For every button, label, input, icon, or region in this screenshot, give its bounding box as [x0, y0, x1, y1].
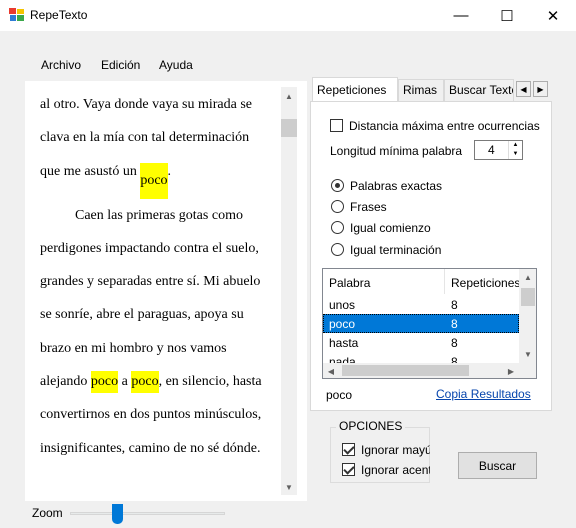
min-length-label: Longitud mínima palabra [330, 144, 463, 158]
column-header-repeticiones[interactable]: Repeticiones [445, 269, 521, 294]
close-icon: ✕ [546, 7, 560, 25]
list-scroll-right-icon[interactable]: ▶ [505, 367, 517, 376]
editor-line: que me asustó un poco. [40, 155, 285, 199]
options-group-title: OPCIONES [336, 419, 406, 433]
text-editor[interactable]: al otro. Vaya donde vaya su mirada se cl… [25, 81, 307, 501]
list-vertical-thumb[interactable] [521, 288, 535, 306]
editor-line: alejando poco a poco, en silencio, hasta [40, 365, 285, 398]
editor-text-run: , en silencio, hasta [158, 374, 262, 390]
list-vertical-scrollbar[interactable] [519, 269, 536, 363]
zoom-slider[interactable] [70, 512, 225, 515]
tab-scroll-left-icon[interactable]: ◀ [516, 81, 531, 97]
maximize-button[interactable]: ☐ [484, 0, 530, 31]
editor-line: se sonríe, abre el paraguas, apoya su [40, 307, 244, 323]
editor-line: Caen las primeras gotas como [75, 207, 243, 223]
radio-label: Palabras exactas [350, 179, 443, 193]
copy-results-link[interactable]: Copia Resultados [436, 387, 531, 401]
highlighted-word: poco [90, 371, 119, 394]
list-scroll-left-icon[interactable]: ◀ [325, 367, 337, 376]
max-distance-label: Distancia máxima entre ocurrencias [349, 119, 540, 133]
search-button[interactable]: Buscar [458, 452, 537, 479]
maximize-icon: ☐ [500, 7, 514, 25]
tab-buscar-texto[interactable]: Buscar Texto [444, 79, 514, 101]
scroll-corner [519, 363, 536, 378]
radio-frases[interactable] [331, 200, 344, 213]
list-horizontal-thumb[interactable] [342, 365, 469, 376]
editor-line: brazo en mi hombro y nos vamos [40, 340, 227, 356]
editor-text-run: que me asustó un [40, 163, 141, 179]
editor-scrollbar[interactable] [281, 87, 297, 495]
radio-palabras-exactas[interactable] [331, 179, 344, 192]
spin-up-icon[interactable]: ▲ [508, 141, 522, 150]
word-cell: poco [329, 317, 356, 331]
ignore-case-label: Ignorar mayúsculas [361, 443, 430, 457]
editor-line: convertirnos en dos puntos minúsculos, [40, 407, 262, 423]
radio-igual-comienzo[interactable] [331, 221, 344, 234]
editor-text-run: . [167, 163, 172, 179]
menu-edicion[interactable]: Edición [101, 58, 140, 74]
radio-label: Igual comienzo [350, 221, 431, 235]
list-scroll-up-icon[interactable]: ▲ [520, 273, 536, 282]
word-cell: hasta [329, 336, 359, 350]
count-cell: 8 [451, 298, 458, 312]
window-title: RepeTexto [30, 8, 88, 22]
editor-text: al otro. Vaya donde vaya su mirada se cl… [40, 88, 285, 465]
radio-label: Igual terminación [350, 243, 442, 257]
app-icon [9, 8, 24, 21]
scroll-up-icon[interactable]: ▲ [281, 92, 297, 101]
menu-ayuda[interactable]: Ayuda [159, 58, 193, 74]
scroll-down-icon[interactable]: ▼ [281, 483, 297, 492]
editor-text-run: alejando [40, 374, 91, 390]
editor-line: perdigones impactando contra el suelo, [40, 240, 259, 256]
minimize-button[interactable]: — [438, 0, 484, 31]
tab-repeticiones[interactable]: Repeticiones [312, 77, 398, 102]
options-group-clip: Ignorar mayúsculas Ignorar acentos [342, 443, 430, 483]
menu-archivo[interactable]: Archivo [41, 58, 81, 74]
editor-line: grandes y separadas entre sí. Mi abuelo [40, 274, 261, 290]
zoom-label: Zoom [32, 506, 63, 520]
radio-igual-terminacion[interactable] [331, 243, 344, 256]
highlighted-word: poco [140, 162, 168, 199]
count-cell: 8 [451, 336, 458, 350]
word-cell: unos [329, 298, 356, 312]
editor-text-run: a [118, 374, 132, 390]
tab-rimas[interactable]: Rimas [398, 79, 444, 101]
list-item[interactable]: hasta 8 [323, 333, 519, 352]
editor-line: insignificantes, camino de no sé dónde. [40, 440, 261, 456]
ignore-accents-checkbox[interactable] [342, 463, 355, 476]
list-item-selected[interactable]: poco 8 [323, 314, 519, 333]
ignore-accents-label: Ignorar acentos [361, 463, 430, 477]
highlighted-word: poco [131, 371, 159, 394]
editor-line: al otro. Vaya donde vaya su mirada se [40, 97, 253, 112]
count-cell: 8 [451, 317, 458, 331]
list-scroll-down-icon[interactable]: ▼ [520, 350, 536, 359]
selected-word-label: poco [326, 388, 353, 402]
column-header-palabra[interactable]: Palabra [323, 269, 445, 294]
close-button[interactable]: ✕ [530, 0, 576, 31]
editor-scroll-thumb[interactable] [281, 119, 297, 137]
list-item[interactable]: unos 8 [323, 295, 519, 314]
ignore-case-checkbox[interactable] [342, 443, 355, 456]
spin-down-icon[interactable]: ▼ [508, 150, 522, 159]
tab-scroll-right-icon[interactable]: ▶ [533, 81, 548, 97]
max-distance-checkbox[interactable] [330, 119, 343, 132]
minimize-icon: — [453, 7, 469, 24]
min-length-value[interactable]: 4 [488, 143, 495, 157]
zoom-slider-thumb[interactable] [112, 504, 123, 524]
radio-label: Frases [350, 200, 387, 214]
editor-line: clava en la mía con tal determinación [40, 130, 250, 146]
